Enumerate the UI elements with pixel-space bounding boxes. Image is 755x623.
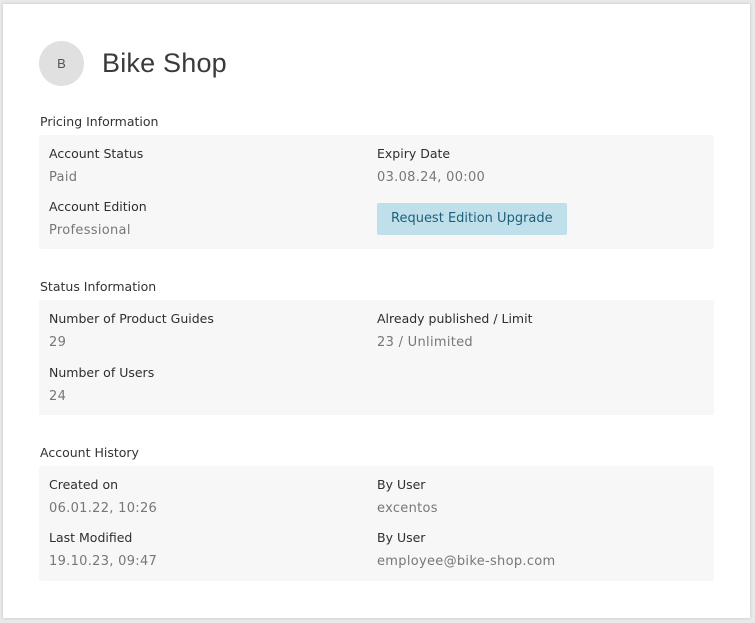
published-limit-label: Already published / Limit xyxy=(377,311,533,326)
last-modified-value: 19.10.23, 09:47 xyxy=(49,554,158,569)
account-status-field: Account Status Paid xyxy=(49,146,143,185)
account-status-value: Paid xyxy=(49,170,78,185)
account-details-card: B Bike Shop Pricing Information Account … xyxy=(3,4,750,618)
product-guides-value: 29 xyxy=(49,335,67,350)
modified-by-field: By User employee@bike-shop.com xyxy=(377,530,556,569)
pricing-section-title: Pricing Information xyxy=(40,114,159,129)
created-on-label: Created on xyxy=(49,477,119,492)
published-limit-value: 23 / Unlimited xyxy=(377,335,473,350)
modified-by-value: employee@bike-shop.com xyxy=(377,554,556,569)
created-by-field: By User excentos xyxy=(377,477,438,516)
account-status-label: Account Status xyxy=(49,146,144,161)
expiry-date-value: 03.08.24, 00:00 xyxy=(377,170,486,185)
created-by-value: excentos xyxy=(377,501,438,516)
last-modified-label: Last Modified xyxy=(49,530,133,545)
users-label: Number of Users xyxy=(49,365,155,380)
product-guides-field: Number of Product Guides 29 xyxy=(49,311,214,350)
account-edition-field: Account Edition Professional xyxy=(49,199,147,238)
request-edition-upgrade-button[interactable]: Request Edition Upgrade xyxy=(377,203,567,235)
avatar: B xyxy=(39,41,84,86)
users-value: 24 xyxy=(49,389,67,404)
account-edition-label: Account Edition xyxy=(49,199,147,214)
page-title: Bike Shop xyxy=(102,48,227,78)
expiry-date-label: Expiry Date xyxy=(377,146,451,161)
created-by-label: By User xyxy=(377,477,426,492)
published-limit-field: Already published / Limit 23 / Unlimited xyxy=(377,311,533,350)
modified-by-label: By User xyxy=(377,530,426,545)
history-section-title: Account History xyxy=(40,445,139,460)
account-header: B Bike Shop xyxy=(39,41,227,86)
account-edition-value: Professional xyxy=(49,223,131,238)
users-field: Number of Users 24 xyxy=(49,365,154,404)
last-modified-field: Last Modified 19.10.23, 09:47 xyxy=(49,530,157,569)
status-section-title: Status Information xyxy=(40,279,157,294)
pricing-panel: Account Status Paid Expiry Date 03.08.24… xyxy=(39,135,714,249)
expiry-date-field: Expiry Date 03.08.24, 00:00 xyxy=(377,146,485,185)
created-on-value: 06.01.22, 10:26 xyxy=(49,501,158,516)
status-panel: Number of Product Guides 29 Already publ… xyxy=(39,300,714,415)
product-guides-label: Number of Product Guides xyxy=(49,311,214,326)
history-panel: Created on 06.01.22, 10:26 By User excen… xyxy=(39,466,714,581)
created-on-field: Created on 06.01.22, 10:26 xyxy=(49,477,157,516)
